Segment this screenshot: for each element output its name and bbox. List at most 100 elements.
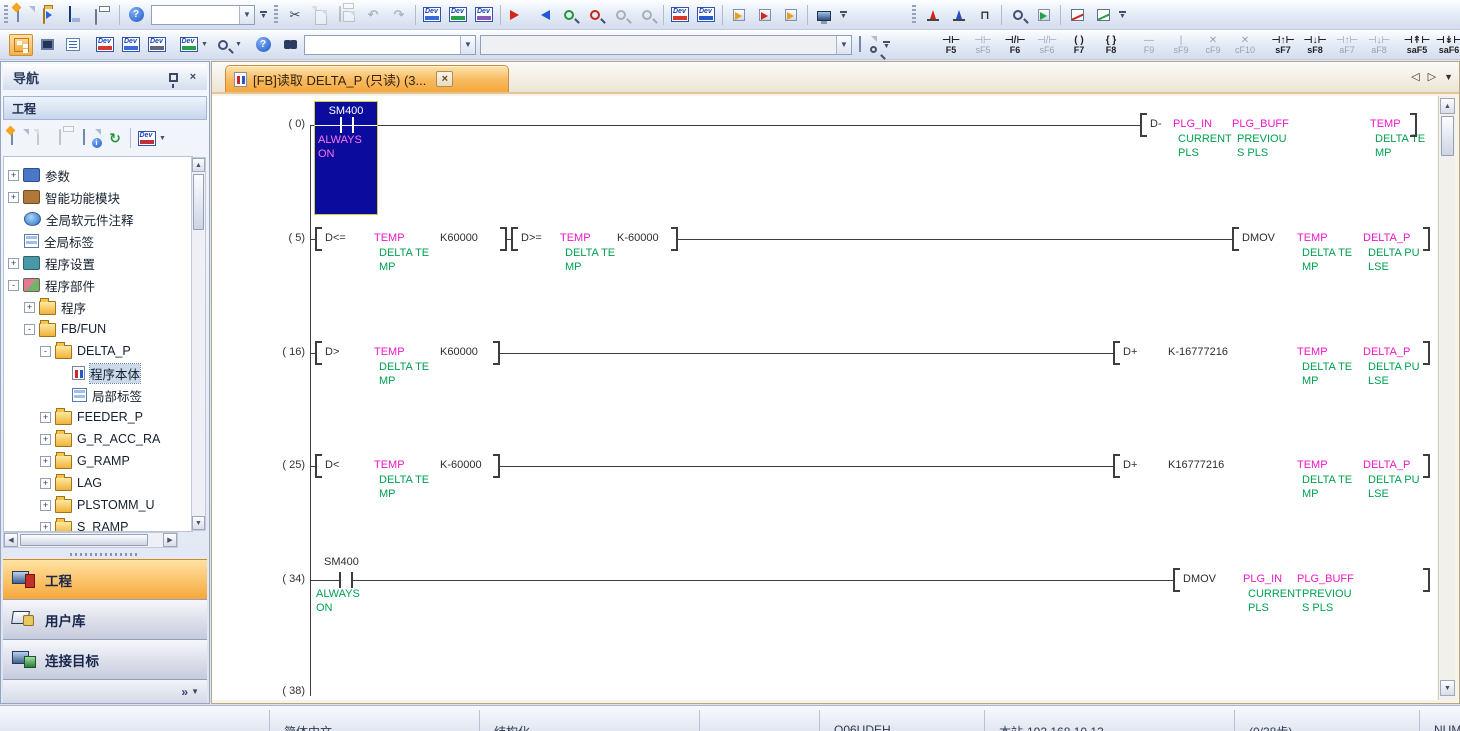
instruction[interactable]: D>= — [521, 232, 542, 245]
doc-zoom-button[interactable] — [855, 34, 879, 56]
trend-graph-red-button[interactable] — [1065, 4, 1089, 26]
ladder-symbol-pulse-ne-close[interactable]: ⊣↡⊢saF6 — [1434, 32, 1460, 58]
toolbar-grip[interactable] — [912, 5, 916, 25]
find-button[interactable] — [277, 34, 301, 56]
tree-item-fb-fun[interactable]: -FB/FUN — [24, 319, 106, 339]
operand[interactable]: TEMP — [1297, 459, 1328, 472]
help-button[interactable]: ? — [124, 4, 148, 26]
expander[interactable]: + — [40, 434, 51, 445]
instruction[interactable]: DMOV — [1242, 232, 1275, 245]
address-combobox[interactable]: ▼ — [480, 35, 852, 55]
monitor-write-button[interactable] — [583, 4, 607, 26]
cut-button[interactable]: ✂ — [283, 4, 307, 26]
operand[interactable]: DELTA_P — [1363, 459, 1410, 472]
project-copy-button[interactable] — [32, 127, 54, 149]
module-config-button[interactable] — [35, 34, 59, 56]
scroll-up-button[interactable]: ▲ — [1440, 98, 1455, 114]
operand[interactable]: DELTA_P — [1363, 232, 1410, 245]
pin-button[interactable] — [165, 70, 181, 85]
device-label[interactable]: SM400 — [324, 556, 359, 569]
close-panel-button[interactable]: × — [185, 70, 201, 85]
operand[interactable]: PLG_BUFF — [1297, 573, 1354, 586]
operand[interactable]: TEMP — [560, 232, 591, 245]
operand[interactable]: TEMP — [374, 459, 405, 472]
ladder-symbol-pulse-rise-branch[interactable]: ⊣↑⊢aF7 — [1332, 32, 1362, 58]
navigation-toggle-button[interactable] — [9, 34, 33, 56]
tab-list-button[interactable]: ▼ — [1444, 72, 1453, 82]
ladder-symbol-pulse-fall[interactable]: ⊣↓⊢sF8 — [1300, 32, 1330, 58]
constant[interactable]: K-60000 — [617, 232, 659, 245]
redo-button[interactable]: ↷ — [387, 4, 411, 26]
ladder-symbol-open-branch[interactable]: ⊣⊢sF5 — [968, 32, 998, 58]
chevron-down-icon[interactable]: ▼ — [460, 36, 475, 54]
operand[interactable]: PLG_IN — [1173, 118, 1212, 131]
expander[interactable]: + — [40, 412, 51, 423]
toolbar-grip[interactable] — [4, 5, 8, 25]
toolbar-overflow-button[interactable]: ▼ — [880, 34, 893, 56]
expander[interactable]: + — [24, 302, 35, 313]
ladder-symbol-pulse-fall-branch[interactable]: ⊣↓⊢aF8 — [1364, 32, 1394, 58]
device-screen-button[interactable]: Dev — [446, 4, 470, 26]
tree-item-pou[interactable]: -程序部件 — [8, 275, 95, 295]
ladder-symbol-application[interactable]: { }F8 — [1096, 32, 1126, 58]
nav-button-connection[interactable]: 连接目标 — [3, 639, 207, 679]
toolbar-overflow-button[interactable]: ▼ — [837, 4, 850, 26]
tree-item-local-label[interactable]: 局部标签 — [72, 385, 142, 405]
device-ladder-button[interactable]: Dev — [420, 4, 444, 26]
project-refresh-button[interactable]: ↻ — [104, 127, 126, 149]
tree-item-feeder-p[interactable]: +FEEDER_P — [40, 407, 143, 427]
constant[interactable]: K-16777216 — [1168, 346, 1228, 359]
instruction[interactable]: D< — [325, 459, 339, 472]
tree-vertical-scrollbar[interactable]: ▲ ▼ — [191, 157, 206, 531]
start-monitor-button[interactable]: Dev — [668, 4, 692, 26]
tree-item-delta-p[interactable]: -DELTA_P — [40, 341, 131, 361]
tree-item-plstomm-u[interactable]: +PLSTOMM_U — [40, 495, 155, 515]
ladder-symbol-close-branch[interactable]: ⊣/⊢sF6 — [1032, 32, 1062, 58]
ladder-symbol-delete-vline[interactable]: ✕cF10 — [1230, 32, 1260, 58]
toolbar-overflow-button[interactable]: ▼ — [1116, 4, 1129, 26]
ladder-cursor-cell[interactable]: SM400 ALWAYS ON — [314, 101, 378, 215]
expander[interactable]: + — [40, 456, 51, 467]
undo-button[interactable]: ↶ — [361, 4, 385, 26]
device-batch-button[interactable]: Dev — [472, 4, 496, 26]
ladder-editor[interactable]: ( 0) SM400 ALWAYS ON D- PLG_IN CURRENT P… — [212, 96, 1437, 700]
project-info-button[interactable]: i — [80, 127, 102, 149]
operand[interactable]: TEMP — [1297, 346, 1328, 359]
print-button[interactable] — [91, 4, 115, 26]
sort-button[interactable]: Dev▼ — [135, 127, 167, 149]
operand[interactable]: TEMP — [1297, 232, 1328, 245]
save-button[interactable] — [65, 4, 89, 26]
ladder-symbol-open-contact[interactable]: ⊣⊢F5 — [936, 32, 966, 58]
tree-item-intelligent-module[interactable]: +智能功能模块 — [8, 187, 120, 207]
ladder-symbol-vline[interactable]: |sF9 — [1166, 32, 1196, 58]
next-window-button[interactable] — [779, 4, 803, 26]
tree-item-parameter[interactable]: +参数 — [8, 165, 70, 185]
chevron-down-icon[interactable]: ▼ — [836, 36, 851, 54]
tree-horizontal-scrollbar[interactable]: ◀ ▶ — [3, 532, 178, 548]
tree-item-s-ramp[interactable]: +S_RAMP — [40, 517, 128, 532]
find-combobox[interactable]: ▼ — [304, 35, 476, 55]
expander[interactable]: + — [40, 478, 51, 489]
instruction[interactable]: D<= — [325, 232, 346, 245]
online-change-button[interactable] — [753, 4, 777, 26]
ladder-symbol-pulse-rise[interactable]: ⊣↑⊢sF7 — [1268, 32, 1298, 58]
scrollbar-thumb[interactable] — [20, 534, 148, 546]
new-button[interactable] — [13, 4, 37, 26]
ladder-symbol-delete-hline[interactable]: ✕cF9 — [1198, 32, 1228, 58]
scroll-up-button[interactable]: ▲ — [192, 158, 205, 172]
instruction[interactable]: D> — [325, 346, 339, 359]
work-window-button[interactable] — [61, 34, 85, 56]
prev-window-button[interactable] — [727, 4, 751, 26]
expander[interactable]: + — [8, 258, 19, 269]
tree-item-program-setting[interactable]: +程序设置 — [8, 253, 95, 273]
expander[interactable]: - — [8, 280, 19, 291]
constant[interactable]: K16777216 — [1168, 459, 1224, 472]
scroll-right-button[interactable]: ▶ — [163, 533, 177, 547]
operand[interactable]: PLG_BUFF — [1232, 118, 1289, 131]
nav-button-project[interactable]: 工程 — [3, 559, 207, 599]
project-new-button[interactable] — [8, 127, 30, 149]
monitor-pause-button[interactable] — [609, 4, 633, 26]
remote-operation-button[interactable] — [812, 4, 836, 26]
scroll-down-button[interactable]: ▼ — [192, 516, 205, 530]
tree-item-global-device-comment[interactable]: 全局软元件注释 — [24, 209, 134, 229]
